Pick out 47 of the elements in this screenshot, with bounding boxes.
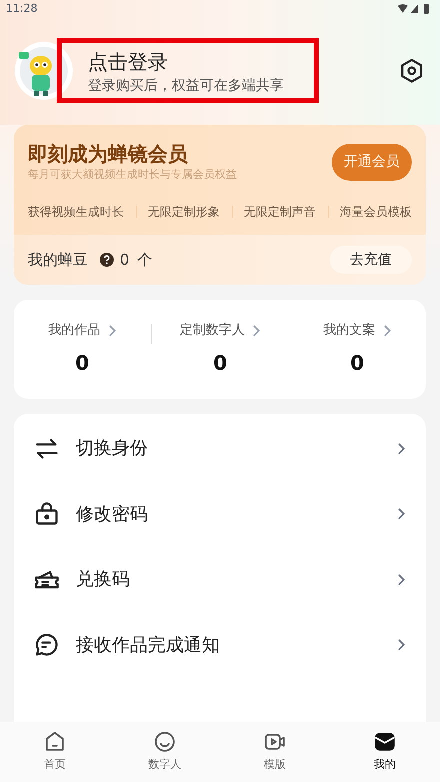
menu-item[interactable]: 兑换码: [14, 547, 426, 612]
stat-label: 我的作品: [48, 322, 100, 340]
menu-label: 接收作品完成通知: [76, 634, 221, 658]
stat-link[interactable]: 定制数字人: [180, 320, 261, 340]
chevron-icon: [398, 574, 406, 586]
chevron-icon: [398, 639, 406, 652]
membership-subtitle: 每月可获大额视频生成时长与专属会员权益: [28, 167, 237, 183]
message-icon: [34, 632, 60, 658]
stat-link[interactable]: 我的文案: [324, 320, 392, 340]
stat-value: 0: [350, 350, 364, 378]
menu-label: 切换身份: [76, 437, 149, 462]
lock-icon: [34, 501, 60, 528]
stat-label: 定制数字人: [180, 322, 245, 340]
chevron-icon: [253, 324, 261, 336]
beans-label: 我的蝉豆: [28, 250, 88, 271]
chevron-icon: [398, 508, 406, 520]
tab-item[interactable]: 首页: [0, 730, 110, 774]
benefit-label: 海量会员模板: [340, 204, 412, 221]
avatar[interactable]: [15, 42, 73, 100]
stat-value: 0: [214, 350, 228, 378]
tab-item[interactable]: 模版: [220, 730, 330, 774]
menu-item[interactable]: 切换身份: [14, 416, 426, 482]
tab-item[interactable]: 我的: [330, 730, 440, 774]
menu-label: 兑换码: [76, 568, 131, 592]
tab-item[interactable]: 数字人: [110, 730, 220, 774]
beans-count: 0: [120, 250, 130, 271]
stat-value: 0: [76, 350, 90, 378]
chevron-icon: [398, 442, 406, 455]
chevron-icon: [108, 324, 116, 336]
smile-icon: [153, 730, 177, 754]
recharge-button[interactable]: 去充值: [330, 246, 412, 274]
help-icon[interactable]: [100, 253, 114, 267]
login-link[interactable]: 点击登录: [88, 48, 284, 76]
menu-item[interactable]: 接收作品完成通知: [14, 612, 426, 678]
benefit-label: 无限定制声音: [244, 204, 316, 221]
stat-link[interactable]: 我的作品: [48, 320, 116, 340]
menu-label: 修改密码: [76, 502, 149, 527]
menu-item[interactable]: 修改密码: [14, 482, 426, 547]
membership-title: 即刻成为蝉镜会员: [28, 141, 189, 167]
beans-unit: 个: [138, 250, 153, 271]
benefit-label: 无限定制形象: [148, 204, 220, 221]
chevron-icon: [384, 324, 392, 336]
login-hint: 登录购买后，权益可在多端共享: [88, 77, 284, 96]
settings-icon[interactable]: [399, 58, 425, 84]
benefit-label: 获得视频生成时长: [28, 204, 124, 221]
stat-label: 我的文案: [324, 322, 376, 340]
status-time: 11:28: [6, 0, 38, 17]
